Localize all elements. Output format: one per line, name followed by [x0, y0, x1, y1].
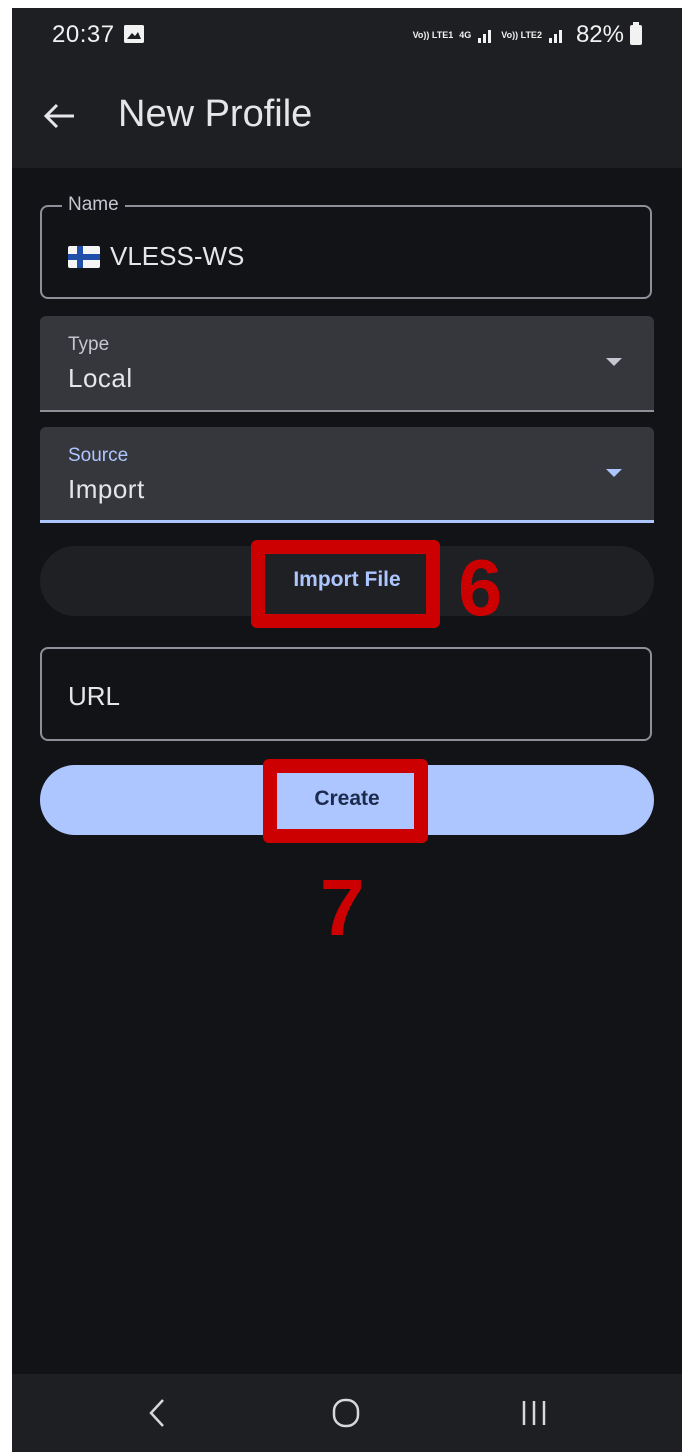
- url-placeholder: URL: [68, 681, 121, 711]
- annotation-box-create: [263, 759, 428, 843]
- nav-back-icon: [149, 1399, 164, 1427]
- battery-percentage: 82%: [575, 21, 624, 48]
- url-input[interactable]: URL: [40, 647, 652, 741]
- dropdown-arrow-icon: [606, 358, 622, 366]
- nav-home-icon: [332, 1398, 360, 1428]
- type-label: Type: [68, 334, 110, 355]
- type-value: Local: [68, 363, 133, 393]
- arrow-left-icon: [43, 103, 74, 129]
- source-label: Source: [68, 445, 129, 466]
- signal-icon: [548, 30, 562, 43]
- name-field[interactable]: Name VLESS-WS: [40, 194, 652, 299]
- navigation-bar: [12, 1374, 682, 1452]
- finland-flag-icon: [68, 245, 100, 268]
- nav-back-button[interactable]: [138, 1396, 178, 1430]
- back-button[interactable]: [40, 96, 80, 136]
- annotation-step-7: 7: [320, 863, 365, 952]
- network-1-label: Vo)) LTE1: [412, 30, 454, 40]
- network-2-label: Vo)) LTE2: [501, 30, 542, 40]
- app-bar: New Profile: [12, 66, 682, 168]
- dropdown-arrow-icon: [606, 469, 622, 477]
- type-dropdown[interactable]: Type Local: [40, 316, 654, 412]
- nav-recents-icon: [522, 1401, 546, 1425]
- status-bar: 20:37 Vo)) LTE1 4G Vo)) LTE2 82%: [12, 8, 682, 66]
- signal-icon: [478, 30, 492, 43]
- name-text: VLESS-WS: [110, 241, 245, 271]
- name-field-label: Name: [62, 194, 125, 216]
- annotation-box-import: [251, 540, 440, 628]
- status-icons: Vo)) LTE1 4G Vo)) LTE2 82%: [413, 20, 642, 50]
- nav-recents-button[interactable]: [514, 1396, 554, 1430]
- annotation-step-6: 6: [458, 543, 503, 632]
- page-title: New Profile: [118, 93, 313, 135]
- source-value: Import: [68, 474, 145, 504]
- nav-home-button[interactable]: [326, 1396, 366, 1430]
- phone-screen: 20:37 Vo)) LTE1 4G Vo)) LTE2 82% New Pro…: [12, 8, 682, 1452]
- form-content: Name VLESS-WS Type Local Source Import I…: [12, 168, 682, 1374]
- name-field-value: VLESS-WS: [68, 241, 244, 272]
- battery-icon: [630, 22, 642, 45]
- network-type-label: 4G: [459, 30, 472, 40]
- image-icon: [124, 25, 144, 43]
- status-time: 20:37: [52, 21, 115, 48]
- source-dropdown[interactable]: Source Import: [40, 427, 654, 523]
